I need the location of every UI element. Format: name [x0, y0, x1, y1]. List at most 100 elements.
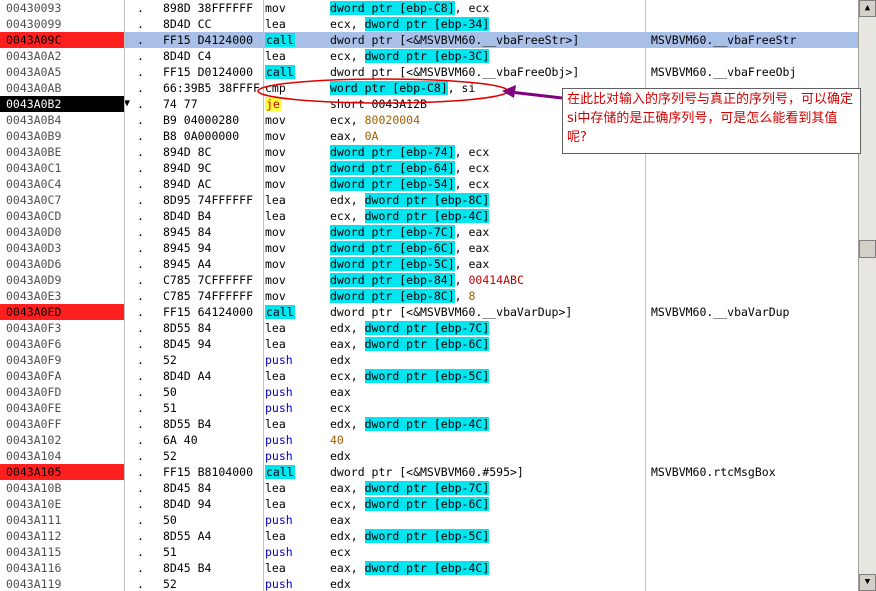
- row-operands: ecx, dword ptr [ebp-34]: [330, 16, 650, 32]
- row-bytes: B8 0A000000: [163, 129, 240, 143]
- operand-part: edx,: [330, 193, 365, 207]
- row-operands: dword ptr [ebp-64], ecx: [330, 160, 650, 176]
- row-bytes: 8945 A4: [163, 257, 212, 271]
- operand-part: short 0043A12B: [330, 97, 427, 111]
- disasm-row[interactable]: 0043A0CD. 8D4D B4 lea ecx, dword ptr [ebp-4…: [0, 208, 858, 224]
- disasm-row[interactable]: 0043A0C7. 8D95 74FFFFFF lea edx, dword ptr …: [0, 192, 858, 208]
- disasm-row[interactable]: 0043A0F3. 8D55 84 lea edx, dword ptr [ebp-7…: [0, 320, 858, 336]
- disasm-row[interactable]: 0043A0A5. FF15 D0124000 call dword ptr [<&M…: [0, 64, 858, 80]
- row-address: 0043A0B2: [0, 96, 124, 112]
- column-divider-bytes[interactable]: [263, 0, 264, 591]
- operand-part: ecx,: [330, 49, 365, 63]
- column-divider-address[interactable]: [124, 0, 125, 591]
- row-bytes: FF15 D0124000: [163, 65, 254, 79]
- operand-part: eax,: [330, 561, 365, 575]
- disasm-row[interactable]: 0043A0FD. 50 push eax: [0, 384, 858, 400]
- row-mnemonic: lea: [265, 17, 286, 31]
- disasm-row[interactable]: 0043A0D9. C785 7CFFFFFF mov dword ptr [ebp-…: [0, 272, 858, 288]
- row-address: 0043A112: [6, 529, 62, 543]
- row-marker: .: [137, 305, 144, 319]
- operand-part: 80020004: [364, 113, 421, 127]
- operand-part: , eax: [454, 241, 490, 255]
- row-comment: MSVBVM60.__vbaFreeStr: [651, 33, 797, 47]
- row-operands: ecx: [330, 400, 650, 416]
- disasm-row[interactable]: 0043A0F9. 52 push edx: [0, 352, 858, 368]
- operand-part: dword ptr [ebp-5C]: [364, 369, 490, 383]
- operand-part: eax,: [330, 337, 365, 351]
- row-marker: .: [137, 385, 144, 399]
- row-marker: .: [137, 97, 144, 111]
- row-operands: ecx, dword ptr [ebp-3C]: [330, 48, 650, 64]
- disasm-row[interactable]: 0043A09C. FF15 D4124000 call dword ptr [<&M…: [0, 32, 858, 48]
- row-marker: .: [137, 17, 144, 31]
- disasm-row[interactable]: 0043A112. 8D55 A4 lea edx, dword ptr [ebp-5…: [0, 528, 858, 544]
- disasm-row[interactable]: 0043A0C4. 894D AC mov dword ptr [ebp-54], e…: [0, 176, 858, 192]
- row-mnemonic: lea: [265, 49, 286, 63]
- disasm-row[interactable]: 0043A0E3. C785 74FFFFFF mov dword ptr [ebp-…: [0, 288, 858, 304]
- row-marker: .: [137, 353, 144, 367]
- disasm-row[interactable]: 0043A104. 52 push edx: [0, 448, 858, 464]
- row-operands: dword ptr [ebp-54], ecx: [330, 176, 650, 192]
- scroll-thumb[interactable]: [859, 240, 876, 258]
- row-mnemonic: mov: [265, 177, 286, 191]
- disasm-row[interactable]: 0043A10B. 8D45 84 lea eax, dword ptr [ebp-7…: [0, 480, 858, 496]
- disasm-row[interactable]: 0043A0A2. 8D4D C4 lea ecx, dword ptr [ebp-3…: [0, 48, 858, 64]
- row-mnemonic: push: [265, 545, 293, 559]
- scroll-up-icon[interactable]: ▲: [859, 0, 876, 17]
- row-operands: dword ptr [<&MSVBVM60.__vbaFreeObj>]: [330, 64, 650, 80]
- row-marker: .: [137, 161, 144, 175]
- disasm-row[interactable]: 0043A10E. 8D4D 94 lea ecx, dword ptr [ebp-6…: [0, 496, 858, 512]
- disasm-row[interactable]: 0043A0FF. 8D55 B4 lea edx, dword ptr [ebp-4…: [0, 416, 858, 432]
- disasm-row[interactable]: 0043A0FE. 51 push ecx: [0, 400, 858, 416]
- row-mnemonic: push: [265, 385, 293, 399]
- row-mnemonic: mov: [265, 273, 286, 287]
- row-operands: dword ptr [ebp-7C], eax: [330, 224, 650, 240]
- disasm-row[interactable]: 0043A0D0. 8945 84 mov dword ptr [ebp-7C], e…: [0, 224, 858, 240]
- operand-part: eax: [330, 385, 351, 399]
- disasm-row[interactable]: 0043A0C1. 894D 9C mov dword ptr [ebp-64], e…: [0, 160, 858, 176]
- row-address: 0043A105: [0, 464, 124, 480]
- disasm-row[interactable]: 0043A0D6. 8945 A4 mov dword ptr [ebp-5C], e…: [0, 256, 858, 272]
- row-bytes: 51: [163, 545, 177, 559]
- row-marker: .: [137, 1, 144, 15]
- row-address: 0043A0FA: [6, 369, 62, 383]
- operand-part: dword ptr [ebp-74]: [330, 145, 455, 159]
- row-bytes: FF15 B8104000: [163, 465, 254, 479]
- disasm-row[interactable]: 0043A0F6. 8D45 94 lea eax, dword ptr [ebp-6…: [0, 336, 858, 352]
- disasm-row[interactable]: 0043A116. 8D45 B4 lea eax, dword ptr [ebp-4…: [0, 560, 858, 576]
- row-bytes: 8D4D B4: [163, 209, 212, 223]
- row-address: 0043A0ED: [0, 304, 124, 320]
- scroll-down-icon[interactable]: ▼: [859, 574, 876, 591]
- disasm-row[interactable]: 0043A105. FF15 B8104000 call dword ptr [<&M…: [0, 464, 858, 480]
- row-marker: .: [137, 225, 144, 239]
- disasm-row[interactable]: 0043A119. 52 push edx: [0, 576, 858, 591]
- operand-part: ecx,: [330, 497, 365, 511]
- row-marker: .: [137, 33, 144, 47]
- disasm-row[interactable]: 0043A111. 50 push eax: [0, 512, 858, 528]
- operand-part: dword ptr [ebp-7C]: [364, 321, 490, 335]
- row-operands: eax, dword ptr [ebp-6C]: [330, 336, 650, 352]
- operand-part: ecx,: [330, 17, 365, 31]
- row-mnemonic: mov: [265, 161, 286, 175]
- row-address: 0043A111: [6, 513, 62, 527]
- disasm-row[interactable]: 00430093. 898D 38FFFFFF mov dword ptr [ebp-…: [0, 0, 858, 16]
- operand-part: ecx,: [330, 113, 365, 127]
- row-mnemonic: cmp: [265, 81, 286, 95]
- row-mnemonic: call: [265, 33, 295, 47]
- row-bytes: 8945 84: [163, 225, 212, 239]
- operand-part: edx: [330, 353, 351, 367]
- row-marker: .: [137, 193, 144, 207]
- disasm-row[interactable]: 0043A0FA. 8D4D A4 lea ecx, dword ptr [ebp-5…: [0, 368, 858, 384]
- disasm-row[interactable]: 0043A102. 6A 40 push 40: [0, 432, 858, 448]
- disasm-row[interactable]: 0043A115. 51 push ecx: [0, 544, 858, 560]
- operand-part: ecx,: [330, 369, 365, 383]
- row-bytes: 52: [163, 353, 177, 367]
- row-mnemonic: push: [265, 577, 293, 591]
- disasm-row[interactable]: 0043A0D3. 8945 94 mov dword ptr [ebp-6C], e…: [0, 240, 858, 256]
- disasm-row[interactable]: 00430099. 8D4D CC lea ecx, dword ptr [ebp-3…: [0, 16, 858, 32]
- operand-part: dword ptr [<&MSVBVM60.#595>]: [330, 465, 524, 479]
- row-mnemonic: mov: [265, 1, 286, 15]
- row-bytes: 894D 9C: [163, 161, 212, 175]
- disasm-row[interactable]: 0043A0ED. FF15 64124000 call dword ptr [<&M…: [0, 304, 858, 320]
- row-mnemonic: push: [265, 353, 293, 367]
